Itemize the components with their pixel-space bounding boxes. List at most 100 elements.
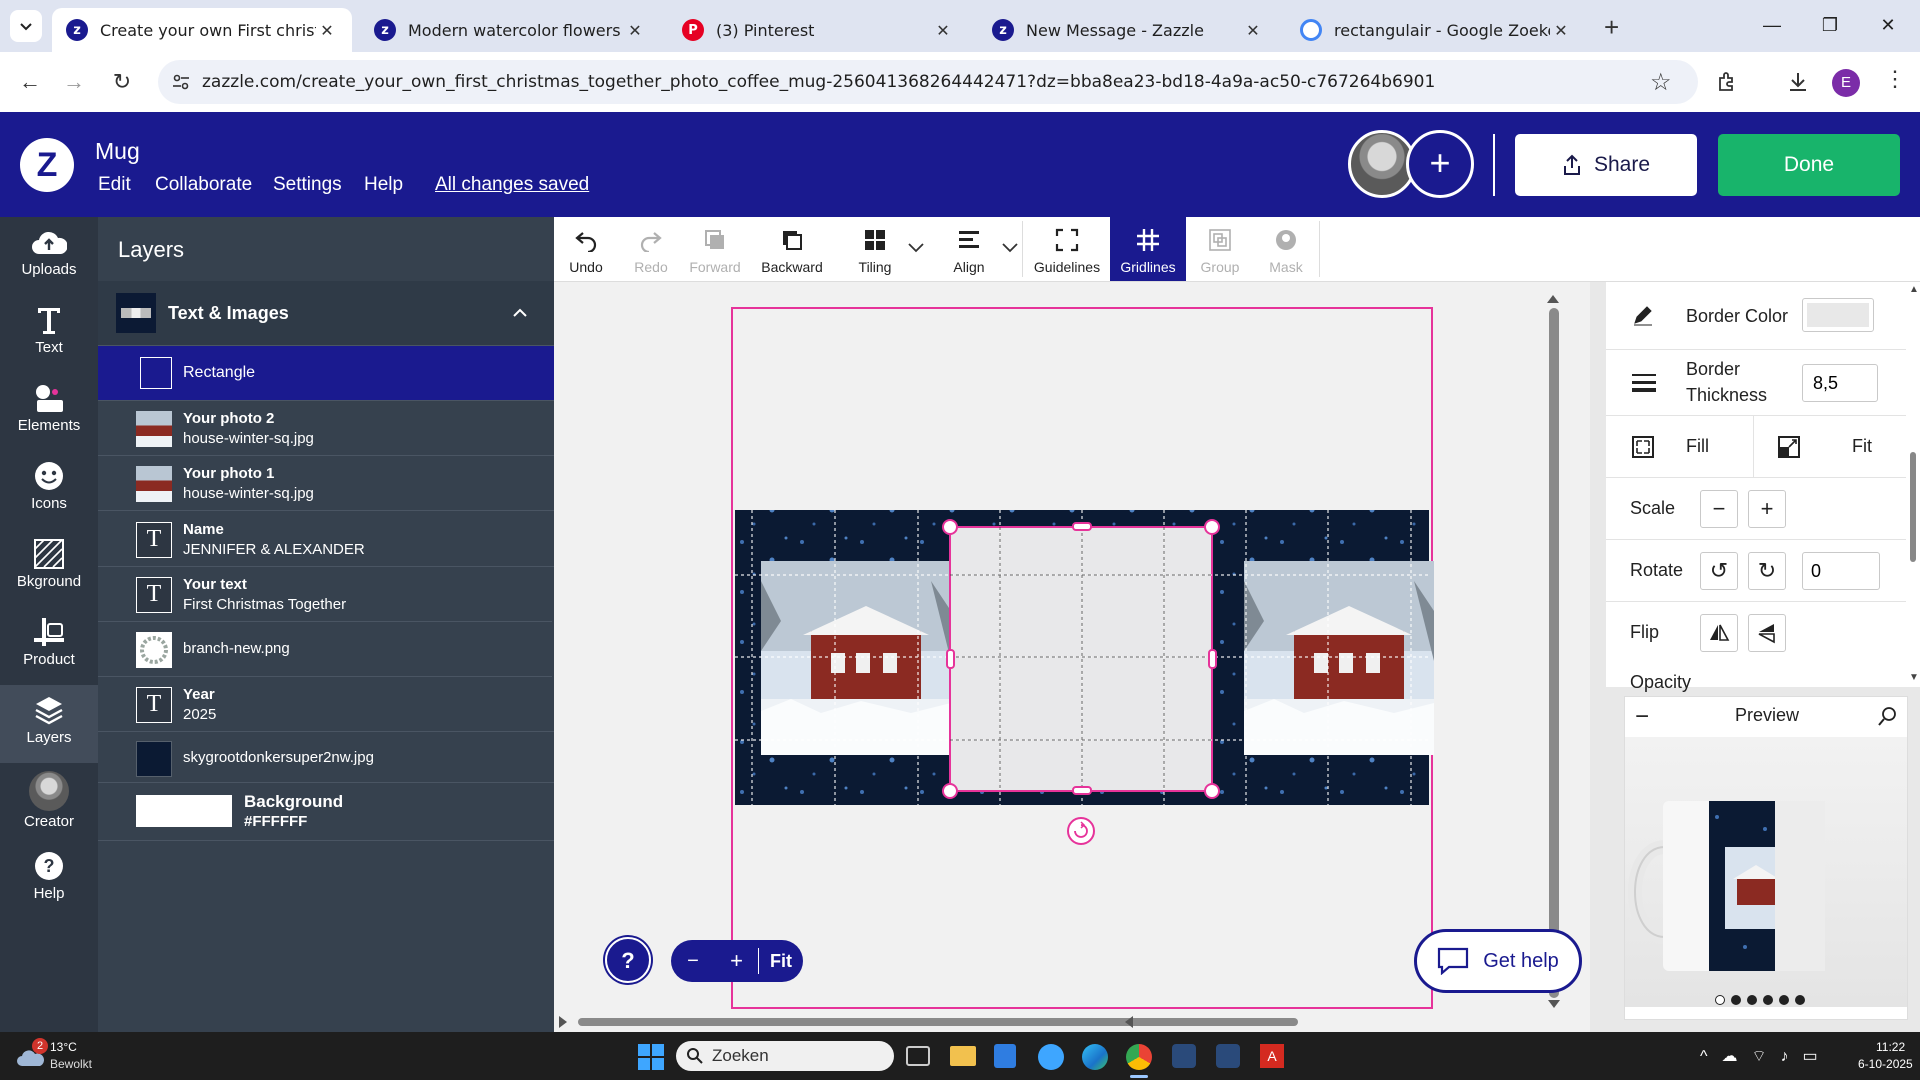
menu-edit[interactable]: Edit — [98, 174, 131, 196]
menu-help[interactable]: Help — [364, 174, 403, 196]
chevron-up-icon[interactable] — [512, 305, 528, 321]
downloads-icon[interactable] — [1786, 70, 1810, 94]
share-button[interactable]: Share — [1515, 134, 1697, 196]
profile-avatar[interactable]: E — [1832, 69, 1860, 97]
photo-2[interactable] — [1244, 561, 1434, 755]
layer-group-header[interactable]: Text & Images — [98, 281, 554, 346]
rotate-right-button[interactable]: ↻ — [1748, 552, 1786, 590]
browser-tab[interactable]: z Create your own First christmas✕ — [52, 8, 352, 52]
app-icon-1[interactable] — [1172, 1044, 1196, 1068]
save-status-link[interactable]: All changes saved — [435, 174, 589, 196]
menu-collaborate[interactable]: Collaborate — [155, 174, 252, 196]
system-tray[interactable]: ^☁⌔♪▭ — [1700, 1046, 1832, 1066]
mask-button[interactable]: Mask — [1254, 217, 1318, 281]
rail-item-icons[interactable]: Icons — [0, 451, 98, 529]
preview-dot[interactable] — [1795, 995, 1805, 1005]
photo-1[interactable] — [761, 561, 951, 755]
minimize-button[interactable]: — — [1752, 10, 1792, 40]
zoom-out-button[interactable]: − — [671, 950, 715, 973]
layer-row[interactable]: T Year 2025 — [98, 677, 554, 732]
horizontal-scrollbar[interactable] — [559, 1016, 1298, 1028]
rail-item-elements[interactable]: Elements — [0, 373, 98, 451]
redo-button[interactable]: Redo — [620, 217, 682, 281]
rail-item-uploads[interactable]: Uploads — [0, 217, 98, 295]
preview-dot[interactable] — [1731, 995, 1741, 1005]
rail-item-product[interactable]: Product — [0, 607, 98, 685]
fit-button[interactable]: Fit — [1754, 416, 1906, 478]
close-tab-icon[interactable]: ✕ — [316, 21, 338, 40]
extensions-icon[interactable] — [1716, 70, 1740, 94]
layer-row[interactable]: Rectangle — [98, 346, 554, 401]
rail-item-bkground[interactable]: Bkground — [0, 529, 98, 607]
windows-start-icon[interactable] — [638, 1044, 664, 1070]
preview-image[interactable] — [1625, 737, 1907, 1007]
chrome-icon[interactable] — [1126, 1044, 1152, 1070]
rotate-input[interactable]: 0 — [1802, 552, 1880, 590]
close-window-button[interactable]: ✕ — [1868, 10, 1908, 40]
zazzle-logo[interactable]: Z — [20, 138, 74, 192]
layer-row[interactable]: skygrootdonkersuper2nw.jpg — [98, 731, 554, 783]
guidelines-button[interactable]: Guidelines — [1026, 217, 1108, 281]
rail-item-text[interactable]: Text — [0, 295, 98, 373]
rotate-left-button[interactable]: ↺ — [1700, 552, 1738, 590]
design-canvas[interactable]: ? − + Fit Get help — [554, 282, 1590, 1032]
rail-item-help[interactable]: ? Help — [0, 841, 98, 919]
browser-tab[interactable]: z New Message - Zazzle ✕ — [978, 8, 1278, 52]
new-tab-button[interactable]: + — [1604, 12, 1619, 43]
scale-down-button[interactable]: − — [1700, 490, 1738, 528]
close-tab-icon[interactable]: ✕ — [1242, 21, 1264, 40]
layer-row[interactable]: T Name JENNIFER & ALEXANDER — [98, 512, 554, 567]
edge-icon[interactable] — [1082, 1044, 1108, 1070]
scale-up-button[interactable]: + — [1748, 490, 1786, 528]
clock-date[interactable]: 6-10-2025 — [1858, 1057, 1913, 1071]
address-bar[interactable]: zazzle.com/create_your_own_first_christm… — [158, 60, 1698, 104]
preview-dot[interactable] — [1715, 995, 1725, 1005]
fill-button[interactable]: Fill — [1606, 416, 1754, 478]
file-explorer-icon[interactable] — [950, 1046, 976, 1066]
store-icon[interactable] — [994, 1044, 1016, 1068]
group-button[interactable]: Group — [1188, 217, 1252, 281]
browser-tab[interactable]: rectangulair - Google Zoeken ✕ — [1286, 8, 1586, 52]
weather-widget[interactable]: 2 13°C Bewolkt — [16, 1038, 106, 1074]
gridlines-button[interactable]: Gridlines — [1110, 217, 1186, 281]
border-color-swatch[interactable] — [1802, 298, 1874, 332]
add-collaborator-button[interactable]: + — [1406, 130, 1474, 198]
layer-row[interactable]: Your photo 1 house-winter-sq.jpg — [98, 456, 554, 511]
close-tab-icon[interactable]: ✕ — [624, 21, 646, 40]
vertical-scrollbar[interactable] — [1547, 295, 1560, 1008]
site-info-icon[interactable] — [172, 73, 190, 91]
browser-tab[interactable]: P (3) Pinterest ✕ — [668, 8, 968, 52]
layer-row[interactable]: T Your text First Christmas Together — [98, 567, 554, 622]
tab-search-button[interactable] — [10, 10, 42, 42]
browser-menu-icon[interactable]: ⋮ — [1884, 66, 1906, 92]
zoom-preview-icon[interactable] — [1877, 705, 1899, 727]
undo-button[interactable]: Undo — [554, 217, 618, 281]
flip-horizontal-button[interactable] — [1700, 614, 1738, 652]
close-tab-icon[interactable]: ✕ — [1550, 21, 1572, 40]
menu-settings[interactable]: Settings — [273, 174, 342, 196]
zoom-in-button[interactable]: + — [715, 948, 759, 974]
border-thickness-input[interactable]: 8,5 — [1802, 364, 1878, 402]
selected-rectangle[interactable] — [949, 526, 1213, 792]
taskbar-search[interactable]: Zoeken — [676, 1041, 894, 1071]
canvas-help-button[interactable]: ? — [605, 937, 651, 983]
rail-item-creator[interactable]: Creator — [0, 763, 98, 847]
reload-button[interactable]: ↻ — [106, 66, 138, 98]
rotate-handle[interactable] — [1067, 817, 1095, 845]
preview-dot[interactable] — [1747, 995, 1757, 1005]
chevron-down-icon[interactable] — [1002, 243, 1018, 253]
browser-tab[interactable]: z Modern watercolor flowers blac✕ — [360, 8, 660, 52]
rail-item-layers[interactable]: Layers — [0, 685, 98, 763]
clock-time[interactable]: 11:22 — [1876, 1040, 1905, 1054]
panel-scrollbar[interactable]: ▲ ▼ — [1906, 282, 1920, 687]
weather-app-icon[interactable] — [1038, 1044, 1064, 1070]
align-button[interactable]: Align — [932, 217, 1024, 281]
close-tab-icon[interactable]: ✕ — [932, 21, 954, 40]
layer-row[interactable]: branch-new.png — [98, 622, 554, 677]
restore-button[interactable]: ❐ — [1810, 10, 1850, 40]
flip-vertical-button[interactable] — [1748, 614, 1786, 652]
get-help-button[interactable]: Get help — [1414, 929, 1582, 993]
zoom-fit-button[interactable]: Fit — [759, 951, 803, 972]
canvas-artboard[interactable] — [554, 282, 1590, 1032]
preview-dot[interactable] — [1763, 995, 1773, 1005]
